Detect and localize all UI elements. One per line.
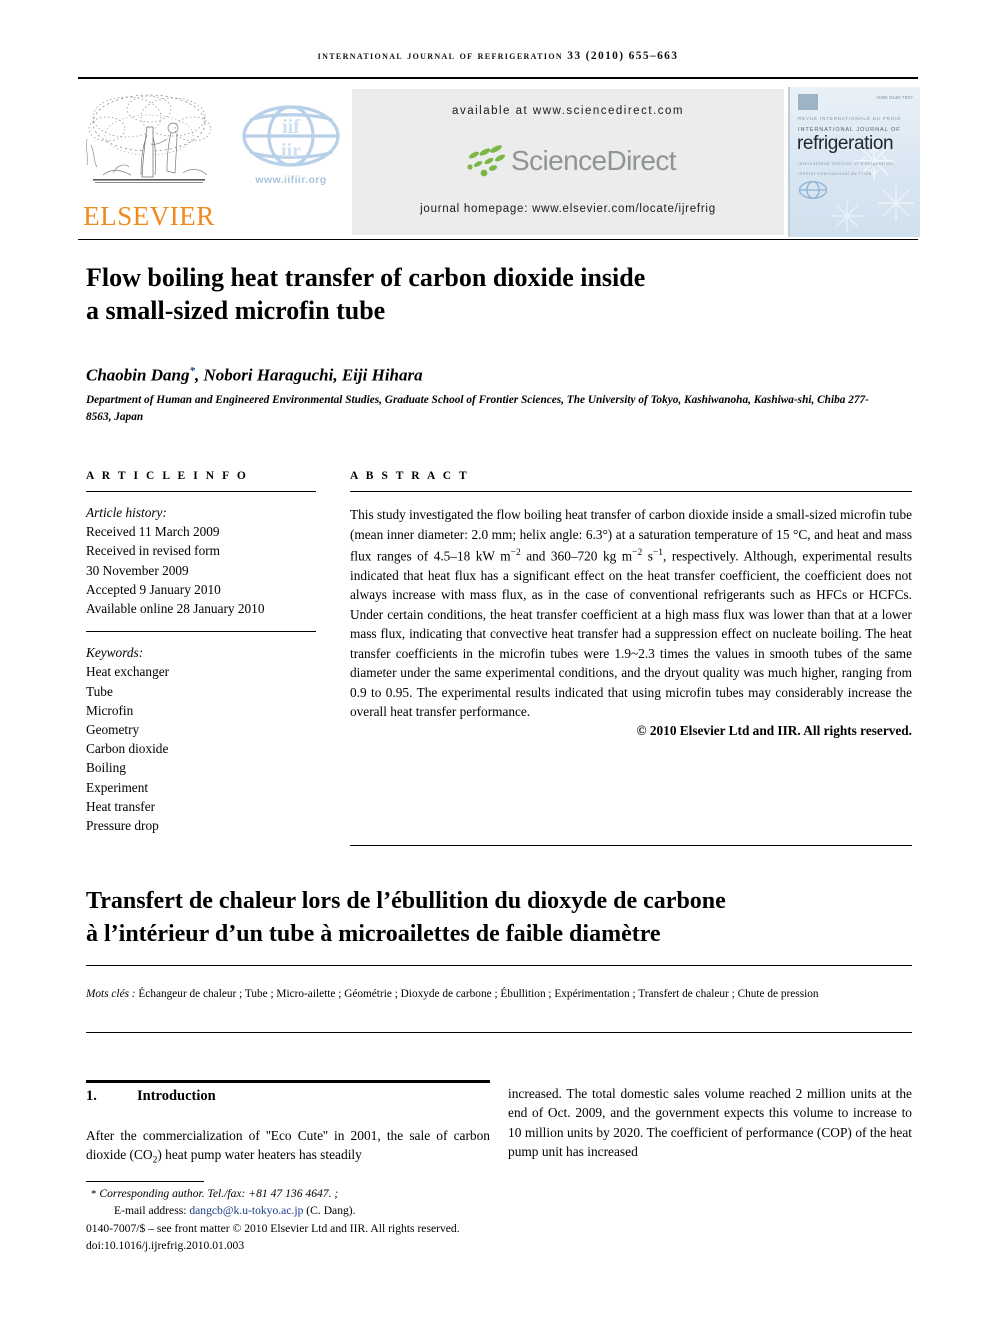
- running-head: International Journal of Refrigeration 3…: [317, 50, 679, 62]
- keywords-block: Keywords: Heat exchanger Tube Microfin G…: [86, 643, 316, 835]
- french-keywords-top-rule: [86, 965, 912, 966]
- email-link[interactable]: dangcb@k.u-tokyo.ac.jp: [189, 1204, 303, 1217]
- history-item: 30 November 2009: [86, 562, 189, 578]
- abstract-text: This study investigated the flow boiling…: [350, 505, 912, 722]
- sciencedirect-leaf-dots-icon: [467, 145, 506, 177]
- article-info-rule: [86, 491, 316, 492]
- section-title: Introduction: [137, 1088, 216, 1104]
- masthead: ELSEVIER iif iir www.iifiir.org availabl…: [78, 85, 920, 237]
- history-item: Received in revised form: [86, 543, 221, 559]
- abstract-part-2: and 360–720 kg m: [520, 548, 633, 564]
- french-keywords-label: Mots clés :: [86, 988, 136, 1000]
- cover-issn-label: ISSN 0140-7007: [876, 95, 913, 100]
- masthead-bottom-rule: [78, 239, 918, 240]
- abstract-column: A B S T R A C T This study investigated …: [350, 470, 912, 739]
- asterisk-marker: *: [91, 1188, 97, 1200]
- keyword-item: Pressure drop: [86, 818, 159, 834]
- section-number: 1.: [86, 1088, 97, 1104]
- article-info-column: A R T I C L E I N F O Article history: R…: [86, 470, 316, 835]
- french-keywords: Mots clés : Échangeur de chaleur ; Tube …: [86, 985, 912, 1003]
- keywords-rule: [86, 631, 316, 633]
- cover-elsevier-mark-icon: [798, 94, 818, 110]
- french-title-line-2: à l’intérieur d’un tube à microailettes …: [86, 921, 661, 947]
- keyword-item: Heat transfer: [86, 798, 156, 814]
- corresponding-author-note: * Corresponding author. Tel./fax: +81 47…: [86, 1186, 516, 1203]
- keyword-item: Heat exchanger: [86, 664, 170, 680]
- corresponding-author-text: Corresponding author. Tel./fax: +81 47 1…: [99, 1187, 339, 1200]
- french-section-rule: [350, 845, 912, 846]
- sciencedirect-panel: available at www.sciencedirect.com Scien…: [352, 89, 784, 235]
- article-title-line-1: Flow boiling heat transfer of carbon dio…: [86, 263, 646, 292]
- author-first: Chaobin Dang: [86, 365, 190, 385]
- article-title-line-2: a small-sized microfin tube: [86, 296, 386, 325]
- cover-subline-2: Institut International du Froid: [798, 171, 872, 176]
- cover-title: refrigeration: [797, 133, 894, 154]
- body-column-right: increased. The total domestic sales volu…: [508, 1086, 912, 1159]
- footnote-block: * Corresponding author. Tel./fax: +81 47…: [86, 1186, 516, 1254]
- elsevier-logo: ELSEVIER: [78, 87, 220, 237]
- article-info-heading: A R T I C L E I N F O: [86, 470, 249, 482]
- french-keywords-bottom-rule: [86, 1032, 912, 1033]
- sciencedirect-wordmark: ScienceDirect: [511, 145, 677, 176]
- article-history-block: Article history: Received 11 March 2009 …: [86, 503, 316, 618]
- snowflake-icon: [878, 185, 914, 221]
- footnote-rule: [86, 1181, 204, 1182]
- svg-text:iir: iir: [281, 140, 301, 162]
- email-line: E-mail address: dangcb@k.u-tokyo.ac.jp (…: [86, 1203, 516, 1220]
- french-title-line-1: Transfert de chaleur lors de l’ébullitio…: [86, 888, 726, 914]
- elsevier-wordmark: ELSEVIER: [83, 201, 215, 231]
- iir-globe-icon: [798, 181, 828, 199]
- doi-line: doi:10.1016/j.ijrefrig.2010.01.003: [86, 1238, 245, 1252]
- abstract-part-3: s: [642, 548, 653, 564]
- snowflake-icon: [831, 200, 863, 232]
- introduction-rule: [86, 1080, 490, 1083]
- elsevier-tree-icon: [86, 94, 212, 183]
- affiliation: Department of Human and Engineered Envir…: [86, 394, 869, 423]
- page-title: Flow boiling heat transfer of carbon dio…: [86, 261, 846, 327]
- keyword-item: Tube: [86, 683, 113, 699]
- history-item: Received 11 March 2009: [86, 524, 220, 540]
- cover-subline-1: International Institute of Refrigeration: [798, 161, 894, 166]
- sciencedirect-logo: ScienceDirect: [352, 143, 784, 187]
- author-rest: , Nobori Haraguchi, Eiji Hihara: [194, 365, 423, 385]
- issn-line: 0140-7007/$ – see front matter © 2010 El…: [86, 1222, 460, 1236]
- journal-homepage-label: journal homepage: www.elsevier.com/locat…: [420, 203, 716, 215]
- email-label: E-mail address:: [114, 1203, 187, 1217]
- keyword-item: Carbon dioxide: [86, 741, 169, 757]
- french-keywords-text: Échangeur de chaleur ; Tube ; Micro-aile…: [135, 988, 819, 1000]
- journal-cover-thumbnail: ISSN 0140-7007 REVUE INTERNATIONALE DU F…: [788, 87, 920, 237]
- abstract-heading: A B S T R A C T: [350, 470, 470, 482]
- abstract-sup-3: −1: [652, 548, 664, 558]
- abstract-part-4: , respectively. Although, experimental r…: [350, 548, 913, 720]
- keyword-item: Geometry: [86, 722, 140, 738]
- iir-url-label: www.iifiir.org: [255, 174, 327, 186]
- body-column-left: After the commercialization of ''Eco Cut…: [86, 1126, 490, 1171]
- cover-line-fr: REVUE INTERNATIONALE DU FROID: [798, 116, 902, 121]
- abstract-sup-2: −2: [632, 548, 643, 558]
- keywords-label: Keywords:: [86, 645, 144, 661]
- author-list: Chaobin Dang*, Nobori Haraguchi, Eiji Hi…: [86, 365, 886, 386]
- article-first-page: International Journal of Refrigeration 3…: [0, 0, 992, 1323]
- keyword-item: Experiment: [86, 779, 149, 795]
- abstract-rule: [350, 491, 912, 492]
- available-at-label: available at www.sciencedirect.com: [452, 105, 684, 117]
- history-item: Accepted 9 January 2010: [86, 581, 221, 597]
- masthead-top-rule: [78, 77, 918, 79]
- keyword-item: Boiling: [86, 760, 126, 776]
- svg-text:iif: iif: [282, 116, 300, 138]
- french-title: Transfert de chaleur lors de l’ébullitio…: [86, 885, 926, 951]
- article-history-label: Article history:: [86, 505, 167, 520]
- email-suffix: (C. Dang).: [306, 1203, 356, 1217]
- keyword-item: Microfin: [86, 702, 134, 718]
- iir-globe-icon: iif iir: [242, 105, 340, 167]
- abstract-sup-1: −2: [510, 548, 521, 558]
- history-item: Available online 28 January 2010: [86, 601, 265, 617]
- body-left-part-2: ) heat pump water heaters has steadily: [157, 1147, 362, 1163]
- copyright-line: © 2010 Elsevier Ltd and IIR. All rights …: [636, 722, 912, 738]
- iir-logo: iif iir www.iifiir.org: [236, 103, 346, 186]
